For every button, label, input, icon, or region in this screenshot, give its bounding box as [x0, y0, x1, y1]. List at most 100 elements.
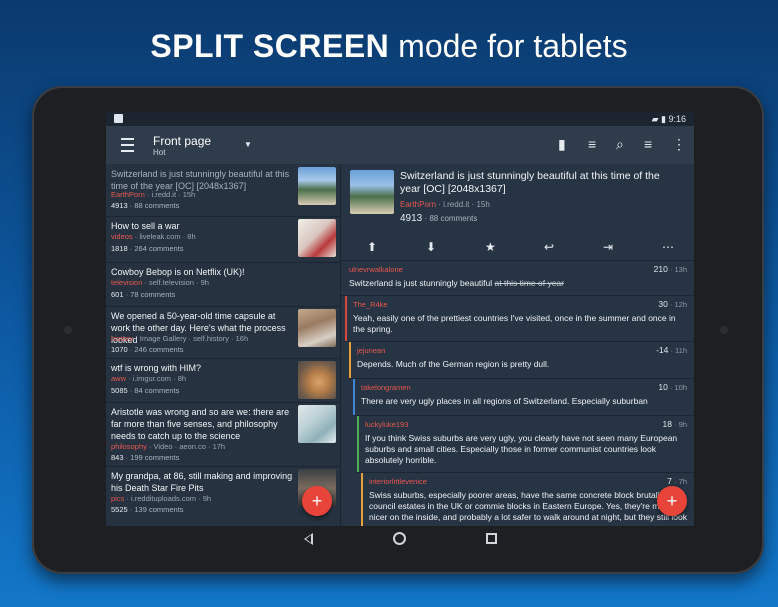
post-subreddit[interactable]: pics — [111, 494, 124, 503]
post-thumbnail[interactable] — [298, 405, 336, 443]
comment-points: -14 · 11h — [656, 345, 687, 355]
list-item[interactable]: We opened a 50-year-old time capsule at … — [106, 306, 340, 359]
add-comment-button[interactable]: + — [657, 486, 687, 516]
app-toolbar: Front page Hot ▼ ▮ ≡ ⌕ ≡ ⋮ — [106, 126, 694, 164]
post-comments: · 88 comments — [127, 201, 180, 210]
promo-headline: SPLIT SCREEN mode for tablets — [0, 28, 778, 65]
post-subreddit[interactable]: philosophy — [111, 442, 147, 451]
post-score: 843 — [111, 453, 124, 462]
downvote-icon[interactable]: ⬇ — [426, 240, 436, 254]
comment-item[interactable]: jejunean -14 · 11h Depends. Much of the … — [349, 342, 694, 379]
post-subreddit[interactable]: videos — [111, 232, 133, 241]
filter-icon[interactable]: ≡ — [644, 137, 652, 151]
comment-age: · 7h — [671, 477, 687, 486]
open-icon[interactable]: ⇥ — [603, 240, 613, 254]
headline-bold: SPLIT SCREEN — [150, 28, 390, 64]
sort-icon[interactable]: ≡ — [588, 137, 596, 151]
comment-author[interactable]: jejunean — [357, 346, 385, 355]
status-bar: ▰ ▮ 9:16 — [106, 112, 694, 126]
post-meta: aww · i.imgur.com · 8h — [111, 374, 186, 384]
menu-icon[interactable] — [121, 138, 134, 152]
post-thumbnail[interactable] — [298, 309, 336, 347]
page-title[interactable]: Front page — [153, 134, 211, 148]
post-subreddit[interactable]: EarthPorn — [111, 190, 145, 199]
list-item[interactable]: Cowboy Bebop is on Netflix (UK)! televis… — [106, 262, 340, 307]
comment-points: 10 · 10h — [658, 382, 687, 392]
post-thumbnail[interactable] — [298, 219, 336, 257]
comment-points: 7 · 7h — [667, 476, 687, 486]
post-score: 5525 — [111, 505, 128, 514]
comment-author[interactable]: The_R4ke — [353, 300, 388, 309]
comment-author[interactable]: ulnevrwalkalone — [349, 265, 403, 274]
recents-icon[interactable] — [486, 533, 497, 544]
detail-action-bar: ⬆ ⬇ ★ ↩ ⇥ ⋯ — [341, 232, 694, 261]
comment-author[interactable]: luckyluke193 — [365, 420, 408, 429]
back-icon[interactable] — [304, 533, 313, 545]
post-meta: videos · liveleak.com · 8h — [111, 232, 196, 242]
overflow-icon[interactable]: ⋮ — [672, 137, 686, 151]
headline-light: mode for tablets — [398, 28, 628, 64]
post-meta: history · Image Gallery · self.history ·… — [111, 334, 248, 344]
comment-age: · 13h — [667, 265, 687, 274]
comment-score: -14 — [656, 345, 669, 355]
comment-points: 18 · 9h — [663, 419, 687, 429]
post-thumbnail[interactable] — [298, 167, 336, 205]
comment-item[interactable]: takelongramen 10 · 10h There are very ug… — [353, 379, 694, 416]
comment-depth-bar — [345, 296, 347, 341]
tablet-frame: ▰ ▮ 9:16 Front page Hot ▼ ▮ ≡ ⌕ ≡ ⋮ Swit… — [32, 86, 764, 574]
post-title: Switzerland is just stunningly beautiful… — [111, 169, 290, 191]
detail-comments: · 88 comments — [422, 214, 478, 223]
post-meta: philosophy · Video · aeon.co · 17h — [111, 442, 225, 452]
dropdown-icon[interactable]: ▼ — [244, 138, 252, 152]
camera-left — [64, 326, 72, 334]
status-right: ▰ ▮ 9:16 — [652, 114, 686, 125]
star-icon[interactable]: ★ — [485, 240, 496, 254]
post-subreddit[interactable]: history — [111, 334, 133, 343]
reply-icon[interactable]: ↩ — [544, 240, 554, 254]
post-subreddit[interactable]: television — [111, 278, 142, 287]
search-icon[interactable]: ⌕ — [616, 137, 624, 151]
system-nav-bar — [106, 526, 694, 552]
list-item[interactable]: wtf is wrong with HIM? aww · i.imgur.com… — [106, 358, 340, 403]
comment-text: Switzerland is just stunningly beautiful — [349, 278, 495, 288]
view-mode-icon[interactable]: ▮ — [558, 137, 566, 151]
post-stats: 1818 · 264 comments — [111, 244, 184, 254]
post-comments: · 199 comments — [123, 453, 180, 462]
post-stats: 601 · 78 comments — [111, 290, 175, 300]
post-comments: · 139 comments — [127, 505, 184, 514]
post-subreddit[interactable]: aww — [111, 374, 126, 383]
post-score: 5085 — [111, 386, 128, 395]
post-stats: 5525 · 139 comments — [111, 505, 184, 515]
sort-subtitle: Hot — [153, 148, 166, 157]
comment-depth-bar — [341, 261, 343, 295]
more-icon[interactable]: ⋯ — [662, 240, 674, 254]
post-domain: · self.television · 9h — [142, 278, 209, 287]
list-item[interactable]: Switzerland is just stunningly beautiful… — [106, 164, 340, 217]
upvote-icon[interactable]: ⬆ — [367, 240, 377, 254]
list-item[interactable]: Aristotle was wrong and so are we: there… — [106, 402, 340, 467]
comment-item[interactable]: interiorlittlevenice 7 · 7h Swiss suburb… — [361, 473, 694, 526]
comment-body: Yeah, easily one of the prettiest countr… — [353, 313, 676, 334]
comment-depth-bar — [349, 342, 351, 378]
post-thumbnail[interactable] — [298, 361, 336, 399]
comment-body: There are very ugly places in all region… — [361, 396, 648, 406]
home-icon[interactable] — [393, 532, 406, 545]
post-comments: · 78 comments — [123, 290, 176, 299]
list-item[interactable]: How to sell a war videos · liveleak.com … — [106, 216, 340, 263]
comment-age: · 12h — [667, 300, 687, 309]
post-score: 1818 — [111, 244, 128, 253]
comment-age: · 11h — [668, 346, 687, 355]
post-stats: 4913 · 88 comments — [111, 201, 179, 211]
comment-author[interactable]: takelongramen — [361, 383, 411, 392]
comment-depth-bar — [357, 416, 359, 472]
comment-item[interactable]: luckyluke193 18 · 9h If you think Swiss … — [357, 416, 694, 473]
detail-subreddit[interactable]: EarthPorn — [400, 200, 436, 209]
post-comments: · 264 comments — [127, 244, 184, 253]
add-post-button[interactable]: + — [302, 486, 332, 516]
comment-body: Switzerland is just stunningly beautiful… — [349, 278, 687, 289]
post-stats: 5085 · 84 comments — [111, 386, 179, 396]
detail-thumbnail[interactable] — [350, 170, 394, 214]
comment-item[interactable]: The_R4ke 30 · 12h Yeah, easily one of th… — [345, 296, 694, 342]
comment-item[interactable]: ulnevrwalkalone 210 · 13h Switzerland is… — [341, 261, 694, 296]
comment-author[interactable]: interiorlittlevenice — [369, 477, 427, 486]
